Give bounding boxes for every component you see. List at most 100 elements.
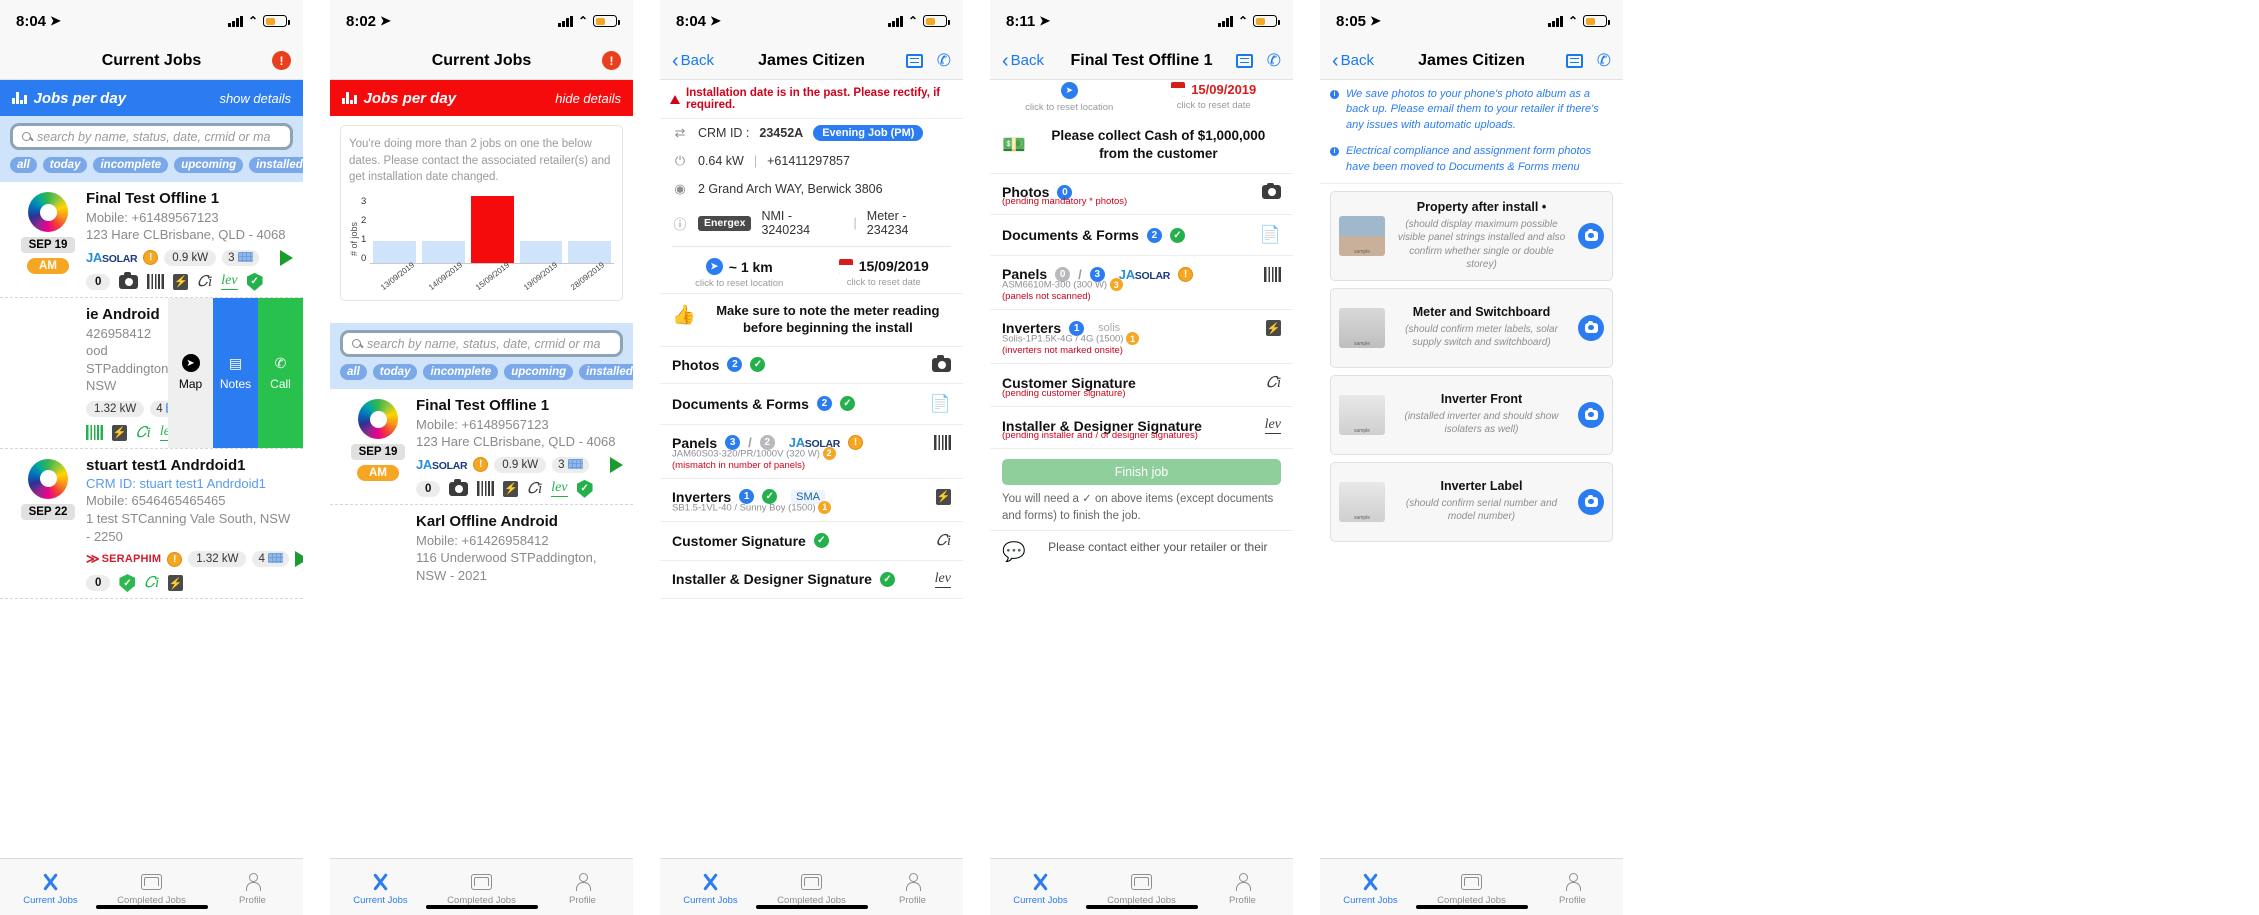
photo-card-meter-switchboard[interactable]: sample Meter and Switchboard (should con… [1330,287,1613,368]
inverter-icon[interactable]: ⚡ [112,424,127,441]
bar-chart-icon [342,92,357,104]
signature2-icon[interactable]: lev [221,273,238,291]
signature-icon[interactable]: 𝐶i [144,574,159,592]
inverter-icon[interactable]: ⚡ [168,575,184,592]
reset-location-cell[interactable]: ➤ click to reset location [1002,82,1137,113]
filter-chip-upcoming[interactable]: upcoming [504,364,574,381]
jobs-per-day-chart: You're doing more than 2 jobs on one the… [340,125,623,302]
show-details-link[interactable]: show details [219,91,291,106]
reset-location-cell[interactable]: ➤ ~ 1 km click to reset location [672,258,807,289]
list-row-documents[interactable]: Documents & Forms 2 ✓ 📄 [990,215,1293,257]
camera-icon[interactable] [449,479,469,496]
start-job-button[interactable] [294,551,303,568]
phone-icon[interactable]: ✆ [1267,51,1281,71]
tab-profile[interactable]: Profile [1522,859,1623,915]
phone-icon[interactable]: ✆ [1597,51,1611,71]
back-button[interactable]: ‹ Back [1332,51,1374,71]
job-card[interactable]: ie Android 426958412 ood STPaddington, N… [0,297,303,449]
filter-chip-all[interactable]: all [10,157,37,173]
swipe-call-button[interactable]: ✆ Call [258,297,303,448]
inverter-icon[interactable]: ⚡ [503,480,519,497]
start-job-button[interactable] [610,456,623,473]
jobs-per-day-banner[interactable]: Jobs per day hide details [330,80,633,116]
tab-profile[interactable]: Profile [1192,859,1293,915]
finish-job-button[interactable]: Finish job [1002,459,1281,486]
job-card[interactable]: SEP 19 AM Final Test Offline 1 Mobile: +… [330,389,633,505]
tab-current-jobs[interactable]: Current Jobs [660,859,761,915]
reset-date-cell[interactable]: 15/09/2019 click to reset date [817,258,952,289]
hide-details-link[interactable]: hide details [555,91,621,106]
job-card[interactable]: Karl Offline Android Mobile: +6142695841… [330,504,633,591]
document-icon[interactable] [1565,53,1583,68]
photo-card-inverter-label[interactable]: sample Inverter Label (should confirm se… [1330,461,1613,542]
shield-check-icon[interactable]: ✓ [576,479,593,498]
document-icon[interactable] [905,53,923,68]
page-title: Current Jobs [101,51,202,69]
warning-triangle-icon[interactable]: ! [602,51,621,70]
take-photo-button[interactable] [1578,222,1604,249]
barcode-icon[interactable] [147,274,165,290]
reset-date-cell[interactable]: 15/09/2019 click to reset date [1147,82,1282,113]
signature-icon: 𝐶i [1266,375,1281,392]
back-button[interactable]: ‹ Back [672,51,714,71]
calendar-icon [1171,82,1186,97]
filter-chip-today[interactable]: today [42,157,88,173]
jobs-per-day-banner[interactable]: Jobs per day show details [0,80,303,116]
shield-check-icon[interactable]: ✓ [246,272,263,291]
back-button[interactable]: ‹ Back [1002,51,1044,71]
photos-pending-note: (pending mandatory * photos) [990,196,1293,216]
take-photo-button[interactable] [1578,488,1604,515]
signature-icon[interactable]: 𝐶i [136,424,151,442]
job-card[interactable]: SEP 22 stuart test1 Andrdoid1 CRM ID: st… [0,448,303,600]
signature2-icon[interactable]: lev [551,480,568,498]
filter-chip-today[interactable]: today [372,364,418,381]
location-arrow-icon: ➤ [705,258,723,275]
tab-current-jobs[interactable]: Current Jobs [990,859,1091,915]
tab-profile[interactable]: Profile [532,859,633,915]
row-label: Documents & Forms [1002,227,1139,244]
search-input[interactable]: search by name, status, date, crmid or m… [340,330,623,358]
inverter-label-thumb: sample [1339,481,1385,522]
ytick: 0 [361,253,367,265]
tab-profile[interactable]: Profile [862,859,963,915]
swipe-notes-button[interactable]: ▤ Notes [213,297,258,448]
tab-profile[interactable]: Profile [202,859,303,915]
barcode-icon[interactable] [86,425,103,441]
location-arrow-icon: ➤ [710,13,721,28]
filter-chip-incomplete[interactable]: incomplete [423,364,499,381]
take-photo-button[interactable] [1578,401,1604,428]
job-address: ood STPaddington, NSW [86,343,173,394]
inverter-icon[interactable]: ⚡ [173,273,189,290]
shield-check-icon[interactable]: ✓ [119,574,136,593]
swipe-map-button[interactable]: ➤ Map [168,297,213,448]
document-icon[interactable] [1235,53,1253,68]
tab-current-jobs[interactable]: Current Jobs [1320,859,1421,915]
filter-chip-installed[interactable]: installed [249,157,303,173]
signature-icon[interactable]: 𝐶i [527,480,542,498]
filter-chip-upcoming[interactable]: upcoming [174,157,244,173]
search-input[interactable]: search by name, status, date, crmid or m… [10,123,293,150]
list-row-installer-signature[interactable]: Installer & Designer Signature ✓ lev [660,561,963,599]
start-job-button[interactable] [280,249,293,266]
customer-phone[interactable]: +61411297857 [767,154,850,168]
tab-current-jobs[interactable]: Current Jobs [330,859,431,915]
list-row-documents[interactable]: Documents & Forms 2 ✓ 📄 [660,384,963,425]
job-date-badge: SEP 19 [350,444,406,461]
list-row-photos[interactable]: Photos 2 ✓ [660,347,963,384]
inverter-photo-thumb: sample [1339,394,1385,435]
photo-card-property-after-install[interactable]: sample Property after install • (should … [1330,190,1613,281]
take-photo-button[interactable] [1578,314,1604,341]
signature-icon[interactable]: 𝐶i [197,273,212,291]
filter-chip-all[interactable]: all [340,364,367,381]
tab-current-jobs[interactable]: Current Jobs [0,859,101,915]
wifi-icon: ⌃ [577,14,588,28]
phone-icon[interactable]: ✆ [937,51,951,71]
job-card[interactable]: SEP 19 AM Final Test Offline 1 Mobile: +… [0,182,303,298]
photo-card-inverter-front[interactable]: sample Inverter Front (installed inverte… [1330,374,1613,455]
filter-chip-incomplete[interactable]: incomplete [93,157,169,173]
warning-triangle-icon[interactable]: ! [272,51,291,70]
barcode-icon[interactable] [477,481,495,497]
list-row-customer-signature[interactable]: Customer Signature ✓ 𝐶i [660,522,963,561]
camera-icon[interactable] [119,272,139,289]
filter-chip-installed[interactable]: installed [579,364,633,381]
